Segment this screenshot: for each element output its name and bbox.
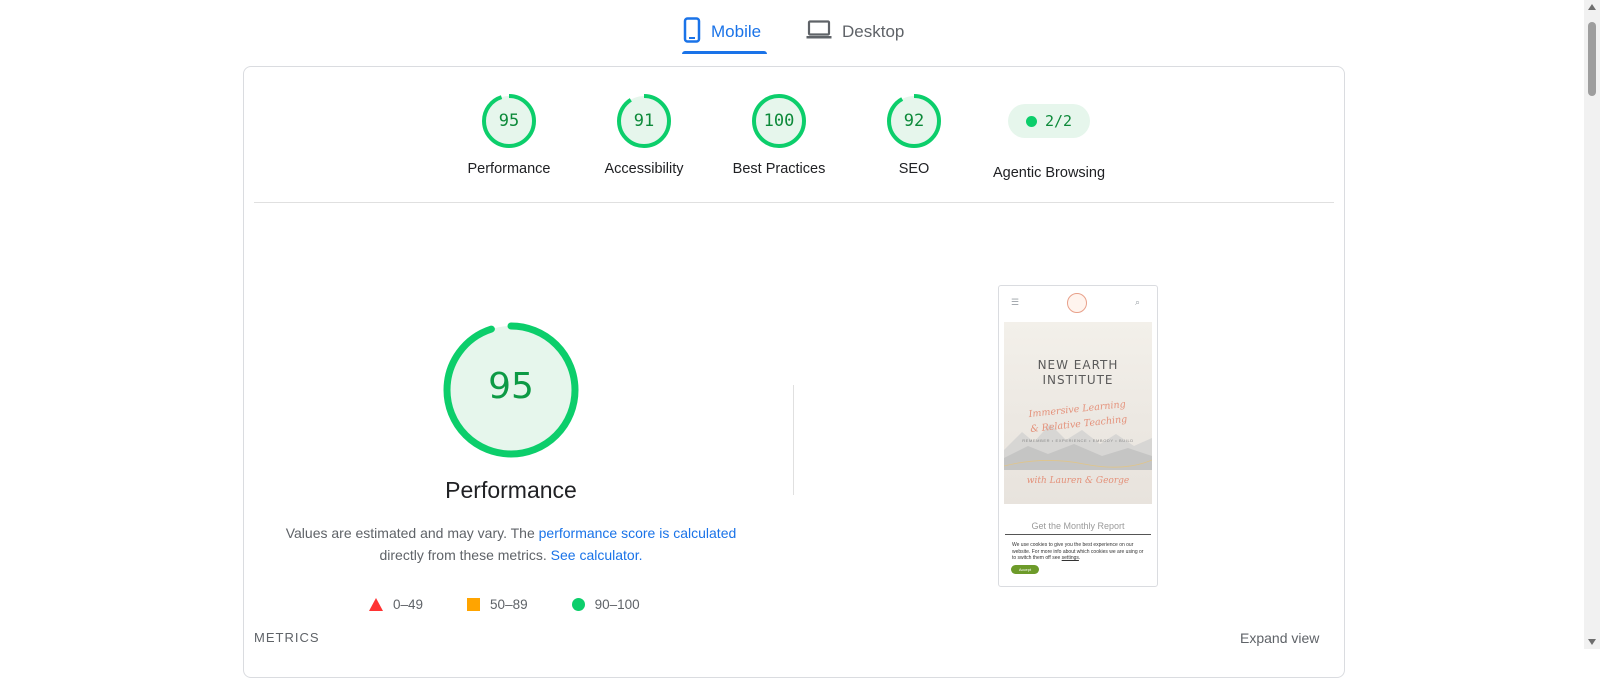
legend-pass-label: 90–100 [594,596,640,612]
gauge-score: 100 [763,111,795,131]
gauge-best-practices[interactable]: 100 Best Practices [709,93,849,177]
performance-score: 95 [488,366,534,407]
agentic-value: 2/2 [1044,112,1073,130]
cookie-accept-button: Accept [1011,565,1039,574]
tab-desktop-label: Desktop [842,22,905,41]
performance-title: Performance [445,477,577,503]
monthly-report-heading: Get the Monthly Report [1031,521,1125,531]
search-icon: ⌕ [1135,297,1141,307]
legend-average: 50–89 [467,597,528,612]
desc-text-1: Values are estimated and may vary. The [285,525,539,541]
gauge-label: Agentic Browsing [992,165,1106,181]
scroll-down-arrow-icon[interactable] [1588,639,1596,645]
report-divider [1005,534,1151,535]
tab-mobile-label: Mobile [711,22,762,41]
vertical-separator [793,385,794,495]
gauge-seo[interactable]: 92 SEO [844,93,984,177]
site-author: with Lauren & George [1026,476,1130,486]
score-legend: 0–49 50–89 90–100 [369,595,684,613]
category-gauges: 95 Performance 91 Accessibility 100 Best… [244,67,1344,203]
legend-fail-label: 0–49 [393,596,424,612]
final-screenshot[interactable]: ☰ ⌕ NEW EARTH INSTITUTE Immersive Learnin… [998,285,1158,587]
site-title-line-2: INSTITUTE [1042,373,1114,387]
gauge-label: Performance [467,161,551,177]
metrics-heading: METRICS [254,630,320,645]
pass-dot-icon [1025,115,1037,127]
site-header: ☰ ⌕ [999,286,1157,318]
page-scrollbar[interactable] [1584,0,1600,649]
gauge-label: Accessibility [604,161,684,177]
device-tabs: Mobile Desktop [0,0,1600,56]
gauge-label: SEO [898,161,930,177]
site-tagline: REMEMBER • EXPERIENCE • EMBODY • BUILD [1022,438,1134,443]
report-card: 95 Performance 91 Accessibility 100 Best… [243,66,1345,678]
fail-triangle-icon [369,597,383,611]
gauges-divider [254,202,1334,203]
expand-view-button[interactable]: Expand view [1240,630,1319,646]
performance-description: Values are estimated and may vary. The p… [274,522,748,566]
gauge-score: 92 [903,111,925,131]
average-square-icon [467,597,481,611]
legend-average-label: 50–89 [490,596,528,612]
site-title-line-1: NEW EARTH [1037,358,1119,372]
legend-pass: 90–100 [571,596,640,612]
gauge-score: 95 [498,111,520,131]
gauge-score: 91 [633,111,655,131]
site-hero-image: NEW EARTH INSTITUTE Immersive Learning & R… [1004,322,1152,504]
gauge-performance[interactable]: 95 Performance [439,93,579,177]
cookie-settings-link: settings [1061,555,1079,561]
pass-circle-icon [571,597,585,611]
agentic-pill: 2/2 [1008,104,1090,138]
gauge-agentic-browsing[interactable]: 2/2 Agentic Browsing [979,93,1119,181]
active-tab-indicator [682,51,767,54]
performance-gauge-large: 95 [440,319,582,461]
smartphone-icon [683,16,701,48]
laptop-icon [806,19,832,45]
site-title: NEW EARTH INSTITUTE [1004,358,1152,388]
site-logo-icon [1067,293,1087,313]
score-calculated-link[interactable]: performance score is calculated [539,525,737,541]
scroll-up-arrow-icon[interactable] [1588,4,1596,10]
hamburger-menu-icon: ☰ [1011,297,1020,307]
legend-fail: 0–49 [369,597,423,612]
tab-mobile[interactable]: Mobile [683,12,761,52]
see-calculator-link[interactable]: See calculator. [551,547,643,563]
gauge-label: Best Practices [732,161,826,177]
gauge-accessibility[interactable]: 91 Accessibility [574,93,714,177]
cookie-banner: We use cookies to give you the best expe… [1012,542,1144,561]
tab-desktop[interactable]: Desktop [806,12,904,52]
desc-text-2: directly from these metrics. [379,547,551,563]
scrollbar-thumb[interactable] [1588,22,1596,96]
